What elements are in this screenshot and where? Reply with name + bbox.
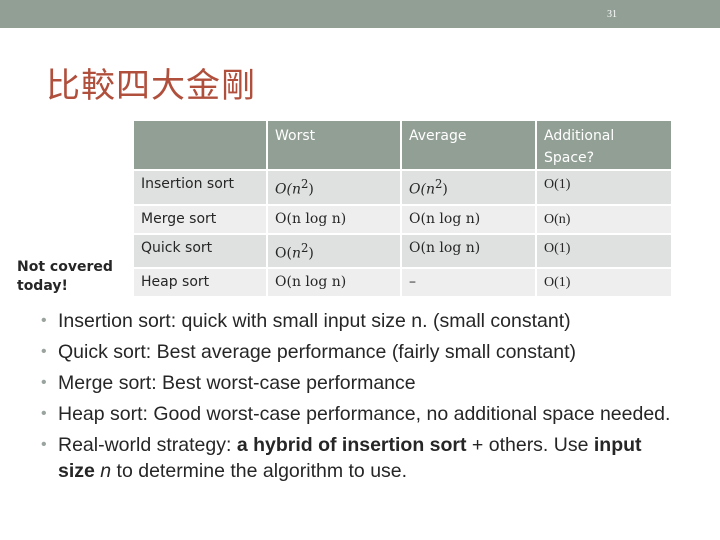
cell-space: O(1) [537, 234, 671, 268]
bullet-icon: • [41, 436, 47, 453]
header-additional-line2: Space? [544, 150, 595, 166]
cell-space: O(1) [537, 269, 671, 297]
cell-worst: O(n log n) [268, 269, 400, 297]
bullet-item: • Real-world strategy: a hybrid of insert… [41, 434, 642, 482]
not-covered-note: Not covered today! [17, 258, 113, 296]
bullet-item: • Heap sort: Good worst-case performance,… [41, 403, 671, 425]
bullet-icon: • [41, 343, 47, 360]
cell-average: O(n log n) [402, 234, 535, 268]
sorting-comparison-table: Worst Average Additional Space? Insertio… [132, 119, 673, 298]
table-row: Quick sort O(n2) O(n log n) O(1) [134, 234, 671, 268]
row-name: Heap sort [134, 269, 266, 297]
bullet-icon: • [41, 312, 47, 329]
header-worst: Worst [268, 121, 400, 169]
cell-space: O(1) [537, 171, 671, 204]
cell-worst: O(n2) [268, 171, 400, 204]
bullet-item: • Insertion sort: quick with small input … [41, 310, 571, 332]
header-additional-space: Additional Space? [537, 121, 671, 169]
top-bar: 31 [0, 0, 720, 28]
row-name: Merge sort [134, 205, 266, 233]
slide-number: 31 [607, 9, 617, 20]
bullet-item: • Quick sort: Best average performance (f… [41, 341, 577, 363]
table-row: Insertion sort O(n2) O(n2) O(1) [134, 171, 671, 204]
not-covered-line2: today! [17, 278, 68, 294]
bullet-icon: • [41, 405, 47, 422]
cell-worst: O(n log n) [268, 205, 400, 233]
cell-average: O(n log n) [402, 205, 535, 233]
bullet-list: • Insertion sort: quick with small input … [41, 308, 678, 489]
row-name: Quick sort [134, 234, 266, 268]
header-additional-line1: Additional [544, 128, 615, 144]
bullet-icon: • [41, 374, 47, 391]
cell-space: O(n) [537, 205, 671, 233]
table-row: Merge sort O(n log n) O(n log n) O(n) [134, 205, 671, 233]
header-empty [134, 121, 266, 169]
table-row: Heap sort O(n log n) – O(1) [134, 269, 671, 297]
cell-average: O(n2) [402, 171, 535, 204]
table-header-row: Worst Average Additional Space? [134, 121, 671, 169]
bullet-item: • Merge sort: Best worst-case performance [41, 372, 416, 394]
header-average: Average [402, 121, 535, 169]
cell-average: – [402, 269, 535, 297]
cell-worst: O(n2) [268, 234, 400, 268]
row-name: Insertion sort [134, 171, 266, 204]
not-covered-line1: Not covered [17, 259, 113, 275]
slide-title: 比較四大金剛 [46, 66, 256, 106]
